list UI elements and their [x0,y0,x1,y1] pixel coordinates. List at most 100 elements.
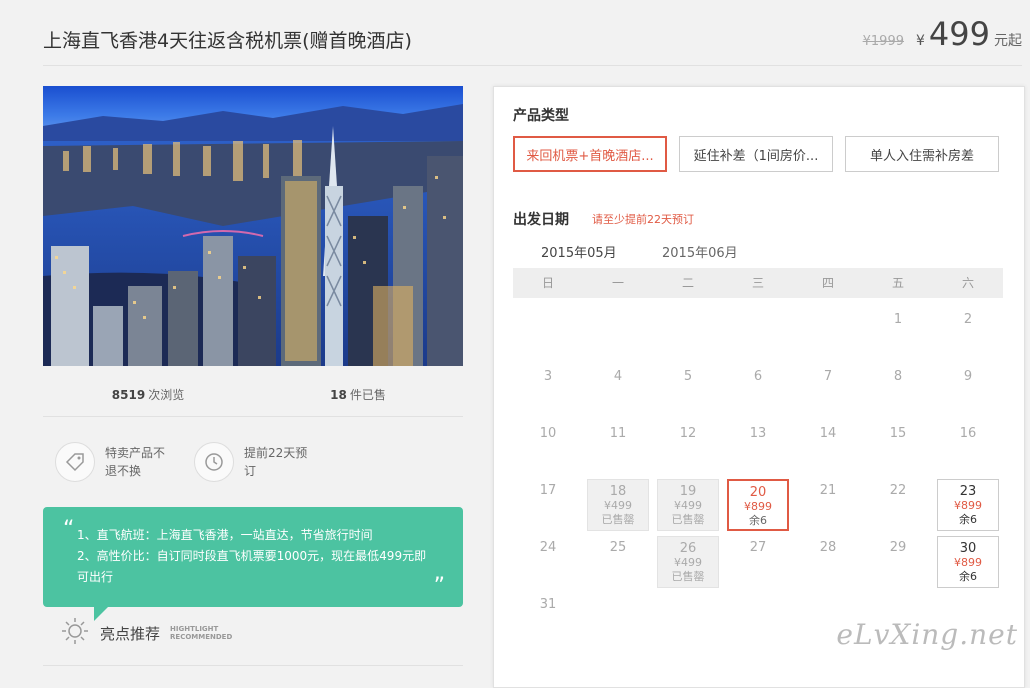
current-price: 499 [928,15,990,53]
calendar-day: 28 [797,536,859,588]
calendar-day: 1 [867,308,929,360]
calendar-day[interactable]: 23 ¥899 余6 [937,479,999,531]
calendar-day: 14 [797,422,859,474]
calendar-day: 13 [727,422,789,474]
tab-month-june[interactable]: 2015年06月 [662,242,738,269]
day-number: 25 [609,540,627,555]
calendar-day: 26 ¥499 已售罄 [657,536,719,588]
product-photo [43,86,463,366]
day-number: 22 [889,483,907,498]
day-number: 13 [749,426,767,441]
day-number: 28 [819,540,837,555]
day-price: ¥899 [954,556,982,569]
day-stock: 已售罄 [601,513,635,526]
price-box: ¥1999 ¥ 499 元起 [863,18,1022,50]
day-number: 30 [959,541,977,556]
calendar-day: 3 [517,365,579,417]
day-price: ¥899 [954,499,982,512]
calendar-day: 6 [727,365,789,417]
bulb-icon [60,616,90,650]
weekday: 五 [891,276,904,290]
calendar-day: 11 [587,422,649,474]
day-number: 31 [539,597,557,612]
calendar-day: 8 [867,365,929,417]
day-number: 10 [539,426,557,441]
sold-count: 18 件已售 [330,388,386,402]
clock-history-icon [194,442,234,482]
day-number: 6 [753,369,763,384]
day-number: 7 [823,369,833,384]
day-number: 9 [963,369,973,384]
day-price: ¥899 [744,500,772,513]
divider [43,65,1022,66]
day-stock: 余6 [749,514,767,527]
weekday: 日 [541,276,554,290]
divider [43,665,463,666]
day-number: 20 [749,485,767,500]
option-single-supplement[interactable]: 单人入住需补房差 [845,136,999,172]
tag-icon [55,442,95,482]
calendar-day: 17 [517,479,579,531]
calendar-day: 29 [867,536,929,588]
day-number: 18 [609,484,627,499]
watermark: eLvXing.net [836,618,1018,651]
calendar-day: 24 [517,536,579,588]
calendar-day: 4 [587,365,649,417]
calendar-day: 27 [727,536,789,588]
weekday: 一 [611,276,624,290]
calendar-day: 31 [517,593,579,645]
calendar-day: 18 ¥499 已售罄 [587,479,649,531]
weekday: 三 [751,276,764,290]
highlight-title-en: HIGHTLIGHT RECOMMENDED [170,625,233,641]
day-stock: 已售罄 [671,570,705,583]
feature-advance-booking: 提前22天预订 [194,442,314,482]
close-quote: ” [433,574,445,599]
day-number: 3 [543,369,553,384]
day-price: ¥499 [674,499,702,512]
calendar-day: 15 [867,422,929,474]
product-type-label: 产品类型 [513,108,569,124]
calendar-day[interactable]: 20 ¥899 余6 [727,479,789,531]
currency-symbol: ¥ [916,33,925,49]
day-number: 21 [819,483,837,498]
highlight-title: 亮点推荐 [100,624,161,643]
highlight-line-2: 2、高性价比：自订同时段直飞机票要1000元，现在最低499元即可出行 [77,549,427,584]
booking-notice: 请至少提前22天预订 [592,213,694,226]
divider [43,416,463,417]
highlight-box: “ 1、直飞航班：上海直飞香港，一站直达，节省旅行时间 2、高性价比：自订同时段… [43,507,463,607]
day-number: 23 [959,484,977,499]
calendar-day: 12 [657,422,719,474]
day-stock: 余6 [959,570,977,583]
option-flight-hotel[interactable]: 来回机票+首晚酒店... [513,136,667,172]
day-number: 5 [683,369,693,384]
day-number: 11 [609,426,627,441]
original-price: ¥1999 [862,34,904,49]
calendar-day: 9 [937,365,999,417]
day-number: 4 [613,369,623,384]
calendar-day: 7 [797,365,859,417]
product-title: 上海直飞香港4天往返含税机票(赠首晚酒店) [43,30,412,52]
open-quote: “ [63,517,75,542]
calendar-day[interactable]: 30 ¥899 余6 [937,536,999,588]
weekday: 四 [821,276,834,290]
day-stock: 已售罄 [671,513,705,526]
day-number: 29 [889,540,907,555]
highlight-label: 亮点推荐 HIGHTLIGHT RECOMMENDED [60,616,232,650]
weekday: 二 [681,276,694,290]
day-number: 16 [959,426,977,441]
stats-bar: 8519 次浏览 18 件已售 [43,386,463,403]
calendar-day: 16 [937,422,999,474]
day-number: 14 [819,426,837,441]
view-count: 8519 次浏览 [111,388,185,402]
day-number: 19 [679,484,697,499]
day-stock: 余6 [959,513,977,526]
day-number: 26 [679,541,697,556]
calendar-day: 5 [657,365,719,417]
day-number: 2 [963,312,973,327]
option-extend-stay[interactable]: 延住补差（1间房价... [679,136,833,172]
price-suffix: 元起 [994,33,1022,49]
highlight-line-1: 1、直飞航班：上海直飞香港，一站直达，节省旅行时间 [77,528,373,542]
day-number: 15 [889,426,907,441]
day-price: ¥499 [674,556,702,569]
departure-date-label: 出发日期 [513,212,569,228]
